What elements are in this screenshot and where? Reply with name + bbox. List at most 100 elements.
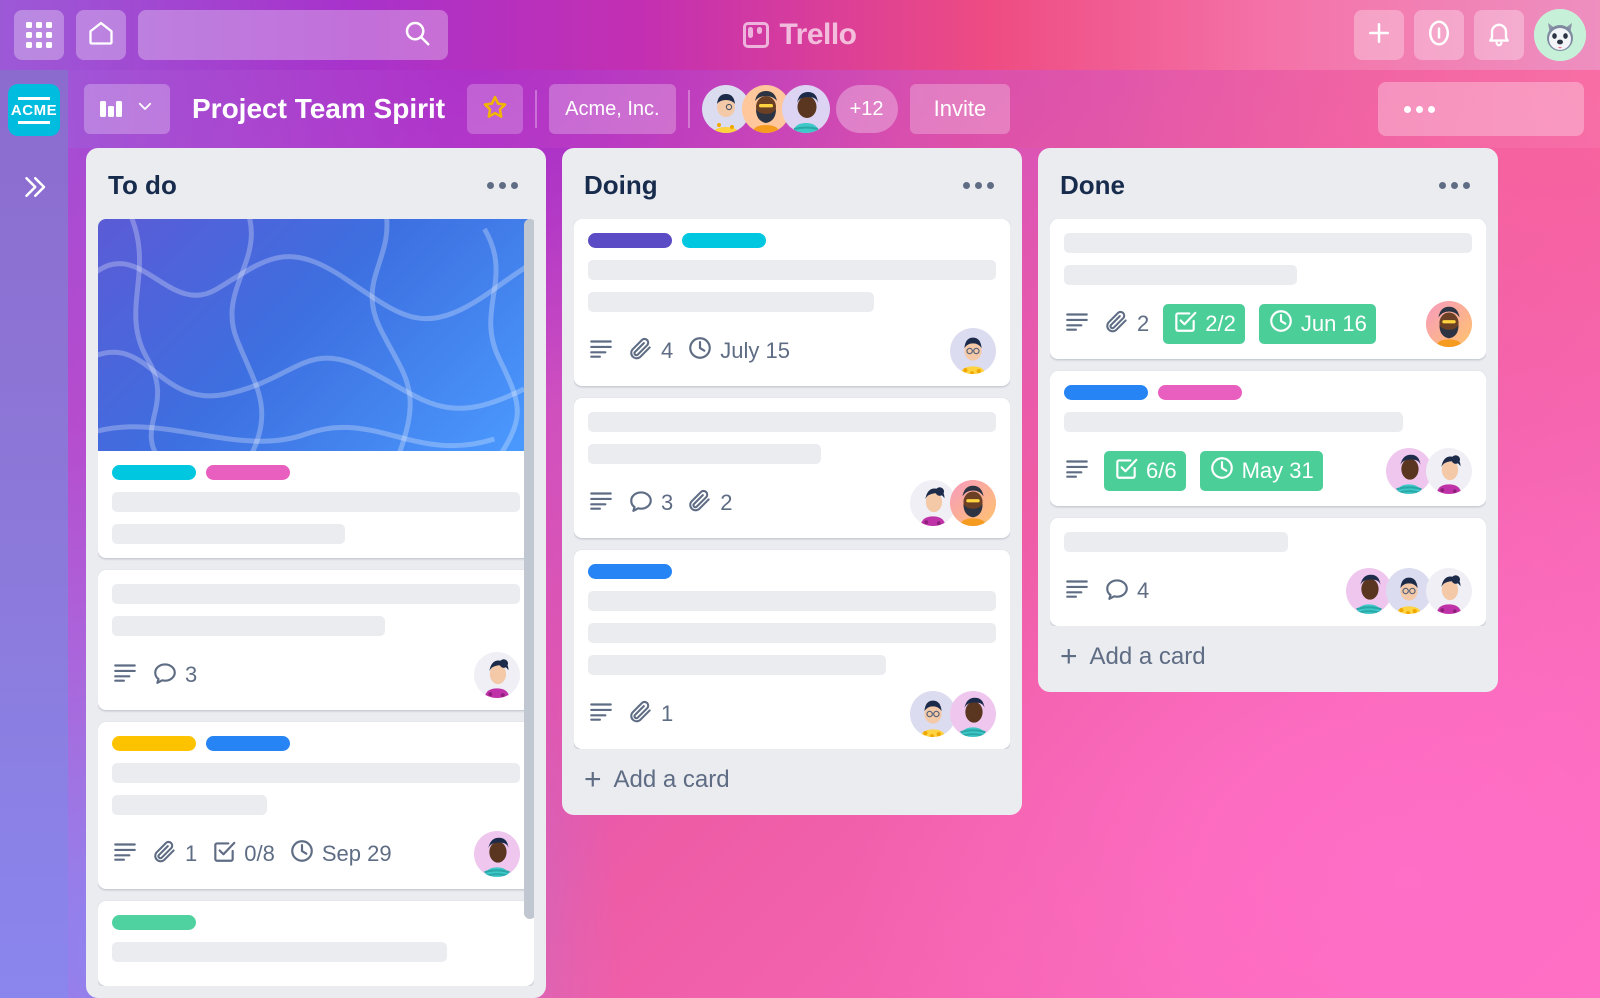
badge-attachment: 1 — [628, 698, 673, 730]
card-label[interactable] — [1064, 385, 1148, 400]
card[interactable]: 3 — [98, 570, 534, 710]
list-header: Doing — [574, 160, 1010, 219]
add-card-button[interactable]: + Add a card — [1050, 626, 1486, 680]
checklist-icon — [1113, 455, 1139, 487]
card[interactable]: 20/2July 22 — [98, 219, 534, 558]
list-scrollbar[interactable] — [524, 219, 534, 919]
ellipsis-icon — [1439, 182, 1446, 189]
badge-comment: 3 — [628, 487, 673, 519]
search-icon — [402, 18, 432, 53]
card[interactable] — [98, 901, 534, 986]
badge-text: 1 — [185, 841, 198, 866]
card-label[interactable] — [112, 736, 196, 751]
card-title-placeholder — [112, 942, 447, 962]
board-switcher-button[interactable] — [84, 84, 170, 134]
badge-comment: 4 — [1104, 575, 1149, 607]
invite-button[interactable]: Invite — [909, 84, 1011, 134]
card-members — [910, 480, 996, 526]
card-title-placeholder — [1064, 412, 1403, 432]
comment-icon — [152, 659, 178, 691]
avatar[interactable] — [950, 328, 996, 374]
card[interactable]: 32 — [574, 398, 1010, 538]
avatar[interactable] — [474, 652, 520, 698]
card[interactable]: 6/6 May 31 — [1050, 371, 1486, 506]
avatar[interactable] — [1426, 568, 1472, 614]
description-icon — [112, 659, 138, 691]
card-members — [910, 691, 996, 737]
card-title-placeholder — [588, 444, 821, 464]
add-card-button[interactable]: + Add a card — [574, 749, 1010, 803]
avatar[interactable] — [1426, 301, 1472, 347]
list-menu-button[interactable] — [957, 176, 1000, 195]
extra-members-badge[interactable]: +12 — [835, 85, 898, 133]
card-members — [950, 328, 996, 374]
avatar[interactable] — [950, 480, 996, 526]
card-label[interactable] — [206, 736, 290, 751]
search-box[interactable] — [138, 10, 448, 60]
user-avatar[interactable] — [1534, 9, 1586, 61]
page-title: Project Team Spirit — [192, 93, 446, 124]
workspace-name-button[interactable]: Acme, Inc. — [549, 84, 676, 134]
apps-grid-button[interactable] — [14, 10, 64, 60]
clock-icon — [289, 838, 315, 870]
star-icon — [481, 93, 509, 126]
avatar[interactable] — [950, 691, 996, 737]
comment-icon — [628, 487, 654, 519]
card-badges: 6/6 May 31 — [1064, 448, 1472, 494]
badge-attachment: 1 — [152, 838, 197, 870]
brand-name: Trello — [779, 18, 857, 51]
avatar[interactable] — [474, 831, 520, 877]
info-button[interactable] — [1414, 10, 1464, 60]
search-input[interactable] — [154, 26, 402, 44]
badge-text: 6/6 — [1146, 458, 1177, 483]
add-card-label: Add a card — [1089, 643, 1206, 670]
notifications-button[interactable] — [1474, 10, 1524, 60]
logo-rule-top — [18, 96, 50, 100]
sidebar-expand-button[interactable] — [13, 170, 55, 212]
card-labels — [112, 465, 520, 480]
card[interactable]: 2 2/2 Jun 16 — [1050, 219, 1486, 359]
badge-clock: May 31 — [1199, 451, 1323, 491]
card-label[interactable] — [112, 465, 196, 480]
avatar[interactable] — [781, 85, 830, 133]
home-button[interactable] — [76, 10, 126, 60]
star-board-button[interactable] — [467, 84, 524, 134]
list-menu-button[interactable] — [1433, 176, 1476, 195]
card-label[interactable] — [588, 564, 672, 579]
card-members — [1386, 448, 1472, 494]
avatar[interactable] — [1426, 448, 1472, 494]
card-title-placeholder — [588, 412, 996, 432]
card-members — [1346, 568, 1472, 614]
card-title-placeholder — [112, 524, 345, 544]
card[interactable]: 1 — [574, 550, 1010, 749]
card-label[interactable] — [588, 233, 672, 248]
card-label[interactable] — [682, 233, 766, 248]
workspace-logo[interactable]: ACME — [8, 84, 60, 136]
card-title-placeholder — [588, 260, 996, 280]
card-label[interactable] — [112, 915, 196, 930]
list-menu-button[interactable] — [481, 176, 524, 195]
card[interactable]: 1 0/8 Sep 29 — [98, 722, 534, 889]
card-label[interactable] — [1158, 385, 1242, 400]
badge-clock: Sep 29 — [289, 838, 392, 870]
badge-text: 4 — [661, 338, 674, 363]
card-title-placeholder — [112, 795, 268, 815]
card-label[interactable] — [206, 465, 290, 480]
card[interactable]: 4 July 15 — [574, 219, 1010, 386]
workspace-sidebar: ACME — [0, 70, 68, 998]
card-list: 4 July 15 3 2 1 — [574, 219, 1010, 749]
card-title-placeholder — [112, 492, 520, 512]
board-menu-button[interactable] — [1378, 82, 1584, 136]
badge-description — [588, 487, 614, 519]
badge-attachment: 2 — [687, 487, 733, 519]
grid-apps-icon — [26, 22, 52, 48]
card-title-placeholder — [588, 591, 996, 611]
card-title-placeholder — [1064, 265, 1297, 285]
badge-text: 3 — [185, 662, 198, 687]
checklist-icon — [211, 838, 237, 870]
add-button[interactable] — [1354, 10, 1404, 60]
badge-description — [588, 335, 614, 367]
header-divider — [535, 90, 538, 128]
card[interactable]: 4 — [1050, 518, 1486, 626]
badge-text: Sep 29 — [321, 841, 392, 866]
